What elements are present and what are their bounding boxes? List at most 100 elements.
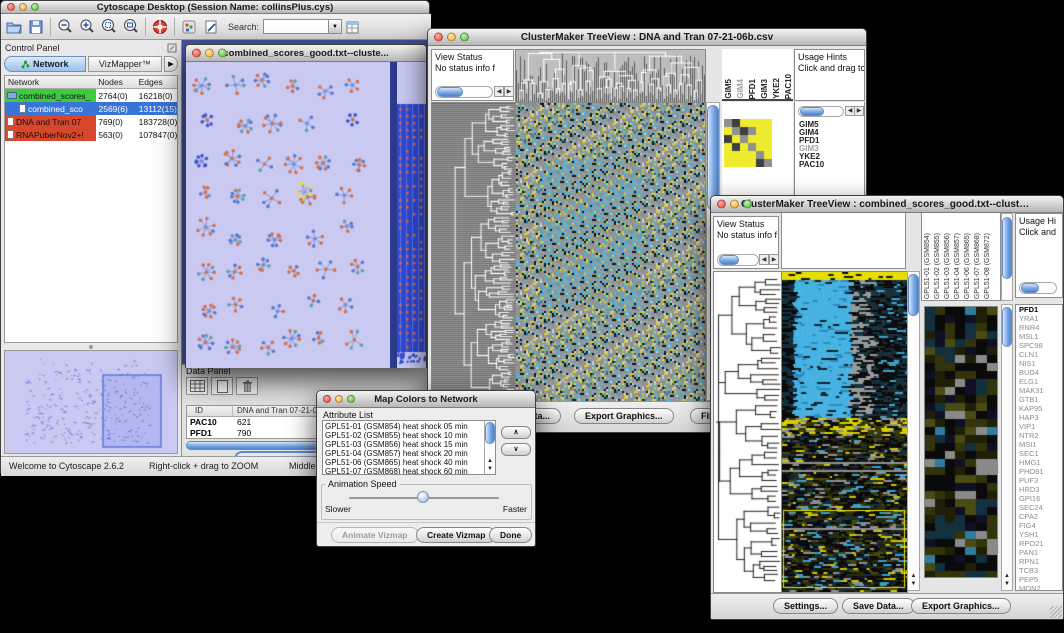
tv2-zoom-heatmap-canvas[interactable] (924, 306, 998, 578)
move-down-button[interactable]: ∨ (501, 443, 531, 456)
gene-label[interactable]: YSH1 (1016, 530, 1062, 539)
gene-label[interactable]: HAP3 (1016, 413, 1062, 422)
help-lifering-icon[interactable] (149, 16, 171, 38)
select-attributes-icon[interactable] (186, 377, 208, 395)
close-icon[interactable] (7, 3, 15, 11)
gene-label[interactable]: SPC98 (1016, 341, 1062, 350)
gene-label[interactable]: KAP95 (1016, 404, 1062, 413)
gene-label[interactable]: PEP5 (1016, 575, 1062, 584)
new-attribute-icon[interactable] (211, 377, 233, 395)
animate-vizmap-button[interactable]: Animate Vizmap (331, 527, 419, 543)
export-graphics-button[interactable]: Export Graphics... (911, 598, 1011, 614)
gene-label[interactable]: SEC1 (1016, 449, 1062, 458)
main-titlebar[interactable]: Cytoscape Desktop (Session Name: collins… (1, 1, 429, 14)
minimize-icon[interactable] (730, 200, 739, 209)
gene-label[interactable]: MON2 (1016, 584, 1062, 591)
zoom-in-icon[interactable] (76, 16, 98, 38)
gene-label[interactable]: GTB1 (1016, 395, 1062, 404)
scroll-left-icon[interactable]: ◀ (494, 86, 504, 97)
save-data-button[interactable]: Save Data... (842, 598, 915, 614)
zoom-out-icon[interactable] (54, 16, 76, 38)
tv2-genelist-vscrollbar[interactable]: ▲▼ (1001, 304, 1013, 591)
gene-label[interactable]: MAK31 (1016, 386, 1062, 395)
animation-slider-thumb[interactable] (417, 491, 429, 503)
window-controls[interactable] (323, 395, 355, 403)
search-dropdown-icon[interactable]: ▼ (329, 19, 342, 34)
gene-label[interactable]: ELG1 (1016, 377, 1062, 386)
gene-label[interactable]: YRA1 (1016, 314, 1062, 323)
tv1-hints-hscrollbar[interactable] (798, 106, 844, 117)
network-list-row[interactable]: RNAPuberNov2+!563(0)107847(0) (5, 128, 177, 141)
row-label[interactable]: PAC10 (799, 161, 824, 169)
col-network[interactable]: Network (5, 76, 96, 89)
treeview1-titlebar[interactable]: ClusterMaker TreeView : DNA and Tran 07-… (428, 29, 866, 46)
zoom-window-icon[interactable] (347, 395, 355, 403)
gene-label[interactable]: NTR2 (1016, 431, 1062, 440)
attribute-item[interactable]: GPL51-07 (GSM868) heat shock 60 min (323, 467, 483, 475)
dialog-titlebar[interactable]: Map Colors to Network (317, 391, 535, 408)
tab-vizmapper[interactable]: VizMapper™ (88, 56, 162, 72)
gene-label[interactable]: BUD4 (1016, 368, 1062, 377)
tab-network[interactable]: Network (4, 56, 86, 72)
zoom-window-icon[interactable] (743, 200, 752, 209)
minimize-icon[interactable] (447, 33, 456, 42)
tv2-gene-list[interactable]: PFD1YRA1RNR4MSL1SPC98CLN1NIS1BUD4ELG1MAK… (1015, 304, 1063, 591)
scroll-right-icon[interactable]: ▶ (504, 86, 514, 97)
gene-label[interactable]: PHO81 (1016, 467, 1062, 476)
gene-label[interactable]: PAN1 (1016, 548, 1062, 557)
save-icon[interactable] (25, 16, 47, 38)
move-up-button[interactable]: ∧ (501, 426, 531, 439)
close-icon[interactable] (192, 49, 201, 58)
attribute-item[interactable]: GPL51-01 (GSM854) heat shock 05 min (323, 422, 483, 431)
zoom-window-icon[interactable] (460, 33, 469, 42)
done-button[interactable]: Done (489, 527, 532, 543)
col-edges[interactable]: Edges (137, 77, 177, 87)
gene-label[interactable]: RPO21 (1016, 539, 1062, 548)
listbox-vscrollbar[interactable]: ▲▼ (484, 421, 495, 474)
scroll-right-icon[interactable]: ▶ (769, 254, 779, 265)
gene-label[interactable]: PFD1 (1016, 305, 1062, 314)
settings-button[interactable]: Settings... (773, 598, 838, 614)
tab-overflow-chevron-icon[interactable]: ▶ (164, 56, 178, 72)
tv1-array-dendrogram-canvas[interactable] (515, 49, 706, 103)
scroll-right-icon[interactable]: ▶ (854, 106, 864, 116)
gene-label[interactable]: TCB3 (1016, 566, 1062, 575)
network-view-titlebar[interactable]: combined_scores_good.txt--cluste... (186, 45, 426, 62)
create-vizmap-button[interactable]: Create Vizmap (416, 527, 496, 543)
gene-label[interactable]: NIS1 (1016, 359, 1062, 368)
attribute-item[interactable]: GPL51-03 (GSM856) heat shock 15 min (323, 440, 483, 449)
zoom-window-icon[interactable] (218, 49, 227, 58)
tv1-yellow-matrix-canvas[interactable] (724, 119, 772, 167)
window-controls[interactable] (717, 200, 752, 209)
tv1-status-hscrollbar[interactable] (435, 86, 493, 98)
minimize-icon[interactable] (335, 395, 343, 403)
tv1-heatmap-canvas[interactable] (515, 102, 706, 403)
gene-label[interactable]: MSL1 (1016, 332, 1062, 341)
col-nodes[interactable]: Nodes (96, 77, 136, 87)
attribute-item[interactable]: GPL51-02 (GSM855) heat shock 10 min (323, 431, 483, 440)
zoom-fit-icon[interactable] (120, 16, 142, 38)
network-graph-canvas[interactable] (186, 62, 390, 368)
network-list-row[interactable]: combined_scores_2764(0)16218(0) (5, 89, 177, 102)
close-icon[interactable] (717, 200, 726, 209)
delete-attribute-trash-icon[interactable] (236, 377, 258, 395)
float-panel-icon[interactable] (167, 43, 177, 53)
gene-label[interactable]: RPN1 (1016, 557, 1062, 566)
network-overview-canvas[interactable] (5, 351, 178, 453)
gene-label[interactable]: RNR4 (1016, 323, 1062, 332)
gene-label[interactable]: HMG1 (1016, 458, 1062, 467)
open-folder-icon[interactable] (3, 16, 25, 38)
network-list-row[interactable]: DNA and Tran 07769(0)183728(0) (5, 115, 177, 128)
annotation-icon[interactable] (200, 16, 222, 38)
attr-col-id[interactable]: ID (187, 406, 233, 416)
tv2-heatmap-canvas[interactable] (781, 271, 908, 593)
close-icon[interactable] (323, 395, 331, 403)
attribute-table-icon[interactable] (342, 16, 364, 38)
close-icon[interactable] (434, 33, 443, 42)
network-list-row[interactable]: combined_sco2569(6)13112(15) (5, 102, 177, 115)
treeview2-titlebar[interactable]: ClusterMaker TreeView : combined_scores_… (711, 196, 1063, 213)
network-canvas-area[interactable] (186, 62, 426, 368)
zoom-window-icon[interactable] (31, 3, 39, 11)
tv2-status-hscrollbar[interactable] (717, 254, 759, 266)
gene-label[interactable]: FIG4 (1016, 521, 1062, 530)
